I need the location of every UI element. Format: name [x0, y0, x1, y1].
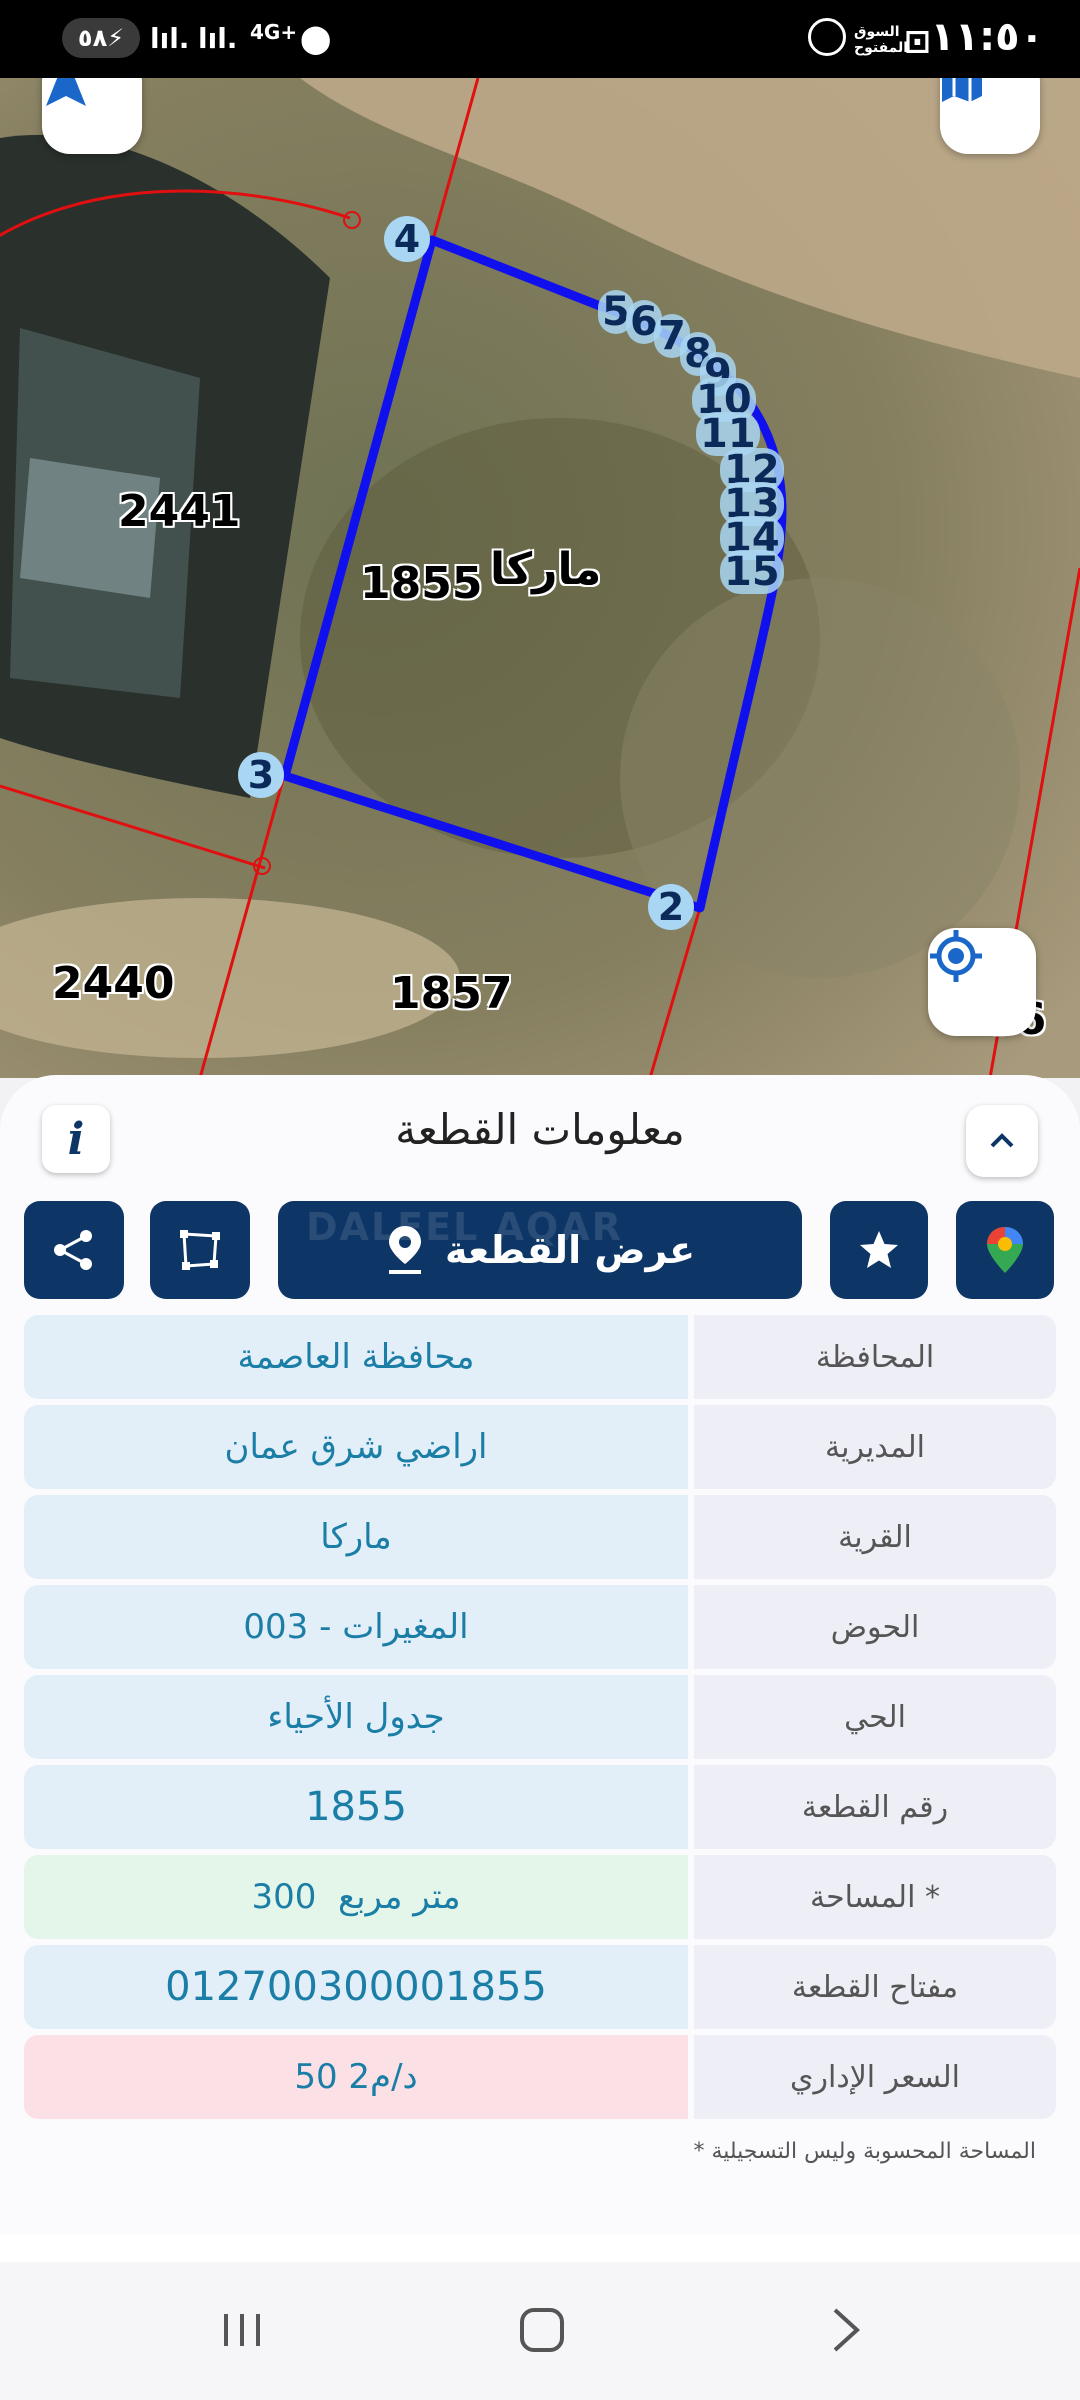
vertex-marker: 2 — [648, 884, 694, 930]
basin-label: الحوض — [694, 1585, 1056, 1669]
system-nav-bar — [0, 2262, 1080, 2400]
collapse-button[interactable] — [966, 1105, 1038, 1177]
battery-indicator: ٥٨ ⚡ — [62, 18, 140, 58]
neighborhood-value: جدول الأحياء — [24, 1675, 688, 1759]
parcel-info-sheet: i معلومات القطعة DALEEL AQAR عرض القطعة — [0, 1075, 1080, 2260]
google-maps-button[interactable] — [956, 1201, 1054, 1299]
network-type: 4G+ — [250, 20, 298, 44]
chevron-right-icon — [833, 2308, 860, 2352]
location-icon: ⬤ — [300, 22, 332, 55]
table-row: 50 د/م2 السعر الإداري — [24, 2035, 1056, 2119]
favorite-button[interactable] — [830, 1201, 928, 1299]
chevron-up-icon — [990, 1133, 1014, 1148]
share-icon — [54, 1230, 92, 1270]
polygon-icon — [180, 1230, 220, 1270]
directorate-label: المديرية — [694, 1405, 1056, 1489]
facebook-icon — [808, 18, 846, 56]
status-bar: ٥٨ ⚡ lıl. lıl. 4G+ ⬤ السوق المفتوح ⊡ ١١:٥… — [0, 0, 1080, 78]
parcel-number-value: 1855 — [24, 1765, 688, 1849]
screenshot-icon: ⊡ — [904, 22, 931, 60]
my-location-button[interactable] — [928, 928, 1036, 1036]
table-row: ماركا القرية — [24, 1495, 1056, 1579]
parcel-key-label: مفتاح القطعة — [694, 1945, 1056, 2029]
table-row: 1855 رقم القطعة — [24, 1765, 1056, 1849]
village-value: ماركا — [24, 1495, 688, 1579]
recent-apps-icon — [224, 2314, 260, 2346]
neighbor-parcel-label: 2441 — [118, 486, 241, 537]
admin-price-label: السعر الإداري — [694, 2035, 1056, 2119]
table-row: محافظة العاصمة المحافظة — [24, 1315, 1056, 1399]
table-row: 300 متر مربع المساحة * — [24, 1855, 1056, 1939]
parcel-number-label: رقم القطعة — [694, 1765, 1056, 1849]
share-button[interactable] — [24, 1201, 124, 1299]
view-parcel-button[interactable]: DALEEL AQAR عرض القطعة — [278, 1201, 802, 1299]
back-button[interactable] — [816, 2300, 876, 2360]
area-footnote: * المساحة المحسوبة وليس التسجيلية — [693, 2139, 1036, 2164]
signal-icon-2: lıl. — [198, 22, 238, 55]
basin-value: المغيرات - 003 — [24, 1585, 688, 1669]
sheet-title: معلومات القطعة — [395, 1105, 685, 1154]
home-button[interactable] — [512, 2300, 572, 2360]
area-label: المساحة * — [694, 1855, 1056, 1939]
parcel-key-value: 012700300001855 — [24, 1945, 688, 2029]
arc-vertex-label: 15 — [720, 550, 784, 594]
table-row: جدول الأحياء الحي — [24, 1675, 1056, 1759]
recent-apps-button[interactable] — [212, 2300, 272, 2360]
neighbor-parcel-label: 1857 — [390, 968, 513, 1019]
battery-level: ٥٨ — [77, 24, 108, 52]
crosshair-icon — [930, 930, 982, 982]
map-icon — [942, 78, 982, 102]
vertex-marker: 3 — [238, 752, 284, 798]
home-icon — [520, 2308, 564, 2352]
governorate-label: المحافظة — [694, 1315, 1056, 1399]
neighborhood-label: الحي — [694, 1675, 1056, 1759]
map-layers-button[interactable] — [940, 78, 1040, 154]
current-parcel-label: 1855 — [360, 558, 483, 609]
admin-price-value: 50 د/م2 — [24, 2035, 688, 2119]
governorate-value: محافظة العاصمة — [24, 1315, 688, 1399]
polygon-tool-button[interactable] — [150, 1201, 250, 1299]
map-view[interactable]: 2441 1855 ماركا 2440 1857 56 4 3 2 5 6 7… — [0, 78, 1080, 1078]
directorate-value: اراضي شرق عمان — [24, 1405, 688, 1489]
vertex-marker: 4 — [384, 216, 430, 262]
market-badge: السوق المفتوح — [854, 24, 909, 56]
signal-icon: lıl. — [150, 22, 190, 55]
star-icon — [860, 1231, 898, 1268]
area-value: 300 متر مربع — [24, 1855, 688, 1939]
village-label: ماركا — [490, 544, 602, 595]
neighbor-parcel-label: 2440 — [52, 958, 175, 1009]
table-row: المغيرات - 003 الحوض — [24, 1585, 1056, 1669]
parcel-details-table: محافظة العاصمة المحافظة اراضي شرق عمان ا… — [24, 1315, 1056, 2125]
google-maps-icon — [987, 1227, 1023, 1273]
village-label-cell: القرية — [694, 1495, 1056, 1579]
clock: ١١:٥٠ — [930, 14, 1044, 60]
table-row: 012700300001855 مفتاح القطعة — [24, 1945, 1056, 2029]
brand-watermark: DALEEL AQAR — [306, 1205, 623, 1249]
compass-button[interactable] — [42, 78, 142, 154]
bottom-toolbar-peek — [0, 2235, 1080, 2265]
table-row: اراضي شرق عمان المديرية — [24, 1405, 1056, 1489]
compass-arrow-icon — [46, 78, 86, 106]
